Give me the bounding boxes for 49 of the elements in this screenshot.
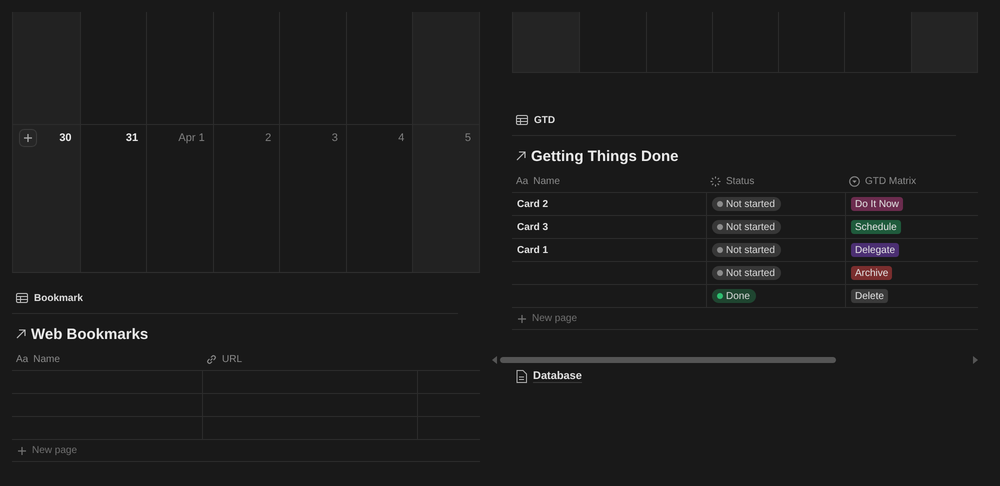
column-header[interactable]: Name	[33, 354, 60, 364]
database-title[interactable]: Getting Things Done	[531, 148, 678, 164]
date-label: Apr 1	[178, 132, 205, 144]
date-label: 30	[59, 132, 72, 144]
column-header[interactable]: Name	[533, 176, 560, 186]
date-label: 3	[332, 132, 338, 144]
arrow-icon	[516, 151, 526, 161]
new-page-button[interactable]: New page	[512, 308, 978, 330]
link-icon	[206, 354, 217, 364]
date-label: 5	[464, 132, 471, 144]
column-header[interactable]: Status	[726, 176, 754, 186]
view-tab[interactable]: GTD	[534, 114, 556, 126]
matrix-tag[interactable]: Delete	[851, 289, 888, 303]
date-label: 2	[265, 132, 272, 144]
page-link[interactable]: Database	[533, 370, 582, 383]
card-title[interactable]: Card 2	[517, 198, 548, 210]
new-page-button[interactable]: New page	[12, 440, 480, 462]
matrix-tag[interactable]: Do It Now	[851, 197, 903, 211]
card-title[interactable]: Card 1	[517, 244, 548, 256]
database-title[interactable]: Web Bookmarks	[31, 326, 148, 342]
add-button[interactable]	[19, 129, 37, 147]
arrow-icon	[16, 329, 26, 339]
scroll-right-icon	[973, 356, 978, 364]
scrollbar-thumb[interactable]	[500, 357, 836, 363]
matrix-tag[interactable]: Archive	[851, 266, 892, 280]
loading-icon	[710, 176, 721, 186]
column-header[interactable]: URL	[222, 354, 242, 364]
date-label: 31	[126, 132, 138, 144]
type-icon: Aa	[516, 176, 528, 186]
scroll-left-icon	[492, 356, 497, 364]
status-pill[interactable]: Not started	[712, 243, 781, 257]
type-icon: Aa	[16, 354, 28, 364]
card-title[interactable]: Card 3	[517, 222, 548, 232]
date-label: 4	[398, 132, 404, 144]
status-pill[interactable]: Done	[712, 289, 756, 303]
status-pill[interactable]: Not started	[712, 197, 781, 211]
matrix-tag[interactable]: Schedule	[851, 220, 901, 234]
view-tab[interactable]: Bookmark	[34, 292, 83, 304]
table-icon	[516, 115, 528, 125]
plus-icon	[23, 133, 33, 143]
table-icon	[16, 293, 28, 303]
status-pill[interactable]: Not started	[712, 266, 781, 280]
matrix-tag[interactable]: Delegate	[851, 243, 900, 257]
plus-icon	[17, 446, 27, 456]
document-icon	[516, 370, 527, 383]
dropdown-icon	[849, 176, 860, 186]
column-header[interactable]: GTD Matrix	[865, 176, 916, 186]
status-pill[interactable]: Not started	[712, 220, 781, 234]
plus-icon	[517, 314, 527, 324]
